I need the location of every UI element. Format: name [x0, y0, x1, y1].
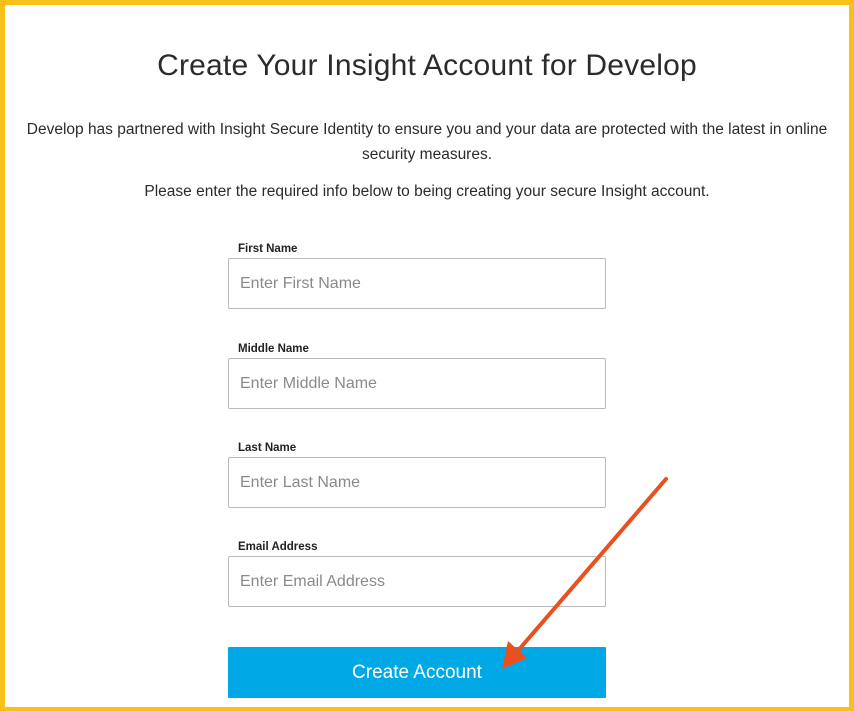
last-name-input[interactable] — [228, 457, 606, 508]
first-name-label: First Name — [238, 243, 298, 255]
page-instruction: Please enter the required info below to … — [144, 183, 710, 200]
middle-name-input[interactable] — [228, 358, 606, 409]
create-account-button[interactable]: Create Account — [228, 647, 606, 698]
page-description: Develop has partnered with Insight Secur… — [26, 121, 828, 163]
first-name-input[interactable] — [228, 258, 606, 309]
screenshot-frame: Create Your Insight Account for Develop … — [0, 0, 854, 711]
middle-name-label: Middle Name — [238, 343, 309, 355]
last-name-label: Last Name — [238, 442, 297, 454]
email-input[interactable] — [228, 556, 606, 607]
page-title: Create Your Insight Account for Develop — [157, 49, 697, 82]
email-label: Email Address — [238, 541, 318, 553]
